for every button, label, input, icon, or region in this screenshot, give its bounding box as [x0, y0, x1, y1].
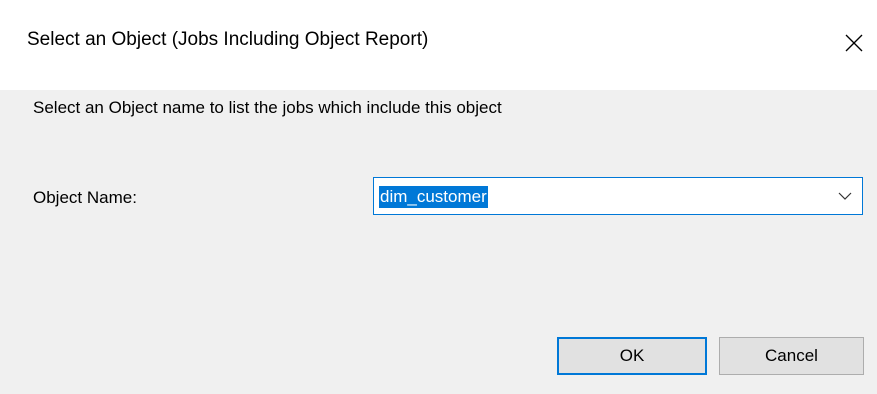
close-icon: [845, 34, 862, 52]
close-button[interactable]: [830, 18, 877, 68]
instruction-text: Select an Object name to list the jobs w…: [33, 98, 502, 117]
dropdown-button[interactable]: [828, 178, 862, 214]
dialog-title: Select an Object (Jobs Including Object …: [27, 29, 429, 50]
dialog-body: Select an Object name to list the jobs w…: [0, 90, 877, 394]
object-name-combobox[interactable]: dim_customer: [373, 177, 863, 215]
object-name-label: Object Name:: [33, 188, 137, 207]
title-bar: Select an Object (Jobs Including Object …: [0, 0, 877, 90]
chevron-down-icon: [838, 192, 852, 200]
ok-button[interactable]: OK: [557, 337, 707, 375]
dialog-window: Select an Object (Jobs Including Object …: [0, 0, 877, 394]
object-name-value[interactable]: dim_customer: [379, 186, 488, 208]
cancel-button[interactable]: Cancel: [719, 337, 864, 375]
